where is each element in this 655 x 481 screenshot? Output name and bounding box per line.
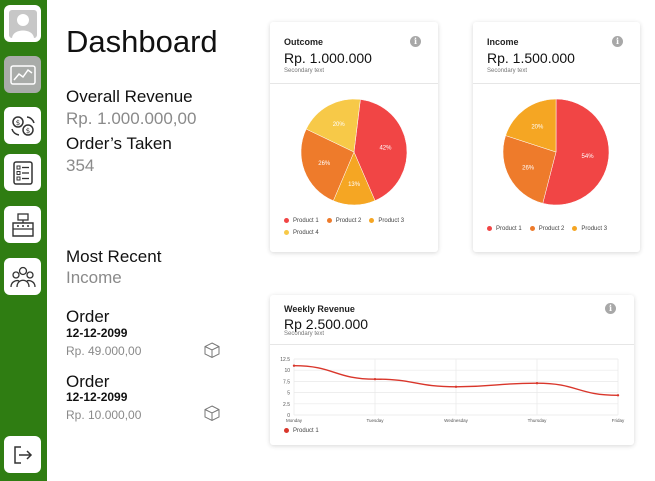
legend-label: Product 3 [581, 226, 608, 233]
pie-label: 20% [531, 124, 544, 130]
y-tick-label: 7.5 [283, 379, 290, 385]
sidebar-item-transactions[interactable]: $ $ [4, 107, 41, 144]
legend-swatch [326, 217, 332, 223]
legend-item: Product 3 [369, 215, 404, 227]
data-point[interactable] [373, 377, 377, 381]
data-point[interactable] [616, 394, 620, 397]
overall-revenue-value: Rp. 1.000.000,00 [66, 109, 197, 128]
outcome-value: Rp. 1.000.000 [284, 50, 372, 66]
weekly-revenue-label: Weekly Revenue [284, 304, 355, 314]
legend-swatch [529, 226, 535, 231]
weekly-revenue-value: Rp 2.500.000 [284, 316, 369, 332]
outcome-secondary-text: Secondary text [284, 68, 325, 74]
orders-taken-value: 354 [66, 156, 95, 175]
legend-swatch [284, 217, 289, 223]
legend-label: Product 1 [293, 428, 319, 435]
legend-swatch [487, 226, 492, 231]
y-tick-label: 5 [287, 391, 290, 397]
income-secondary-text: Secondary text [487, 68, 528, 74]
svg-text:$: $ [15, 119, 19, 127]
money-exchange-icon: $ $ [10, 115, 35, 136]
sidebar-item-users[interactable] [4, 258, 41, 295]
outcome-card: Outcome Rp. 1.000.000 Secondary text i 4… [270, 22, 438, 252]
dashboard-chart-icon [9, 64, 36, 85]
package-icon[interactable] [203, 341, 221, 359]
weekly-legend: Product 1 [284, 428, 327, 434]
weekly-revenue-card: Weekly Revenue Rp 2.500.000 Secondary te… [270, 295, 634, 445]
legend-item: Product 3 [572, 226, 607, 232]
legend-label: Product 4 [293, 230, 319, 236]
most-recent-label: Most Recent [66, 247, 162, 266]
order-2-title: Order [66, 372, 110, 391]
weekly-line-svg: 12.5107.552.50Monday Tuesday Wednesday Thur… [280, 357, 625, 423]
legend-item: Product 2 [326, 215, 362, 227]
pie-label: 13% [348, 182, 361, 188]
x-tick-label: Monday [286, 418, 303, 423]
x-tick-label: Wednesday [444, 418, 468, 423]
package-icon[interactable] [203, 404, 221, 422]
data-point[interactable] [292, 364, 296, 367]
overall-revenue-label: Overall Revenue [66, 87, 193, 106]
pie-label: 42% [379, 145, 392, 151]
data-point[interactable] [535, 381, 539, 385]
legend-label: Product 2 [335, 218, 362, 224]
legend-label: Product 1 [293, 218, 319, 224]
logout-button[interactable] [4, 436, 41, 473]
svg-text:$: $ [25, 127, 29, 135]
profile-button[interactable] [4, 5, 41, 42]
x-tick-label: Friday [612, 418, 625, 423]
order-2-date: 12-12-2099 [66, 390, 128, 404]
info-icon[interactable]: i [612, 36, 623, 47]
legend-label: Product 3 [378, 218, 405, 224]
income-pie-svg: 54% 26% 20% [502, 98, 610, 206]
legend-label: Product 2 [538, 226, 565, 233]
weekly-revenue-secondary-text: Secondary text [284, 331, 325, 337]
y-tick-label: 12.5 [280, 357, 290, 363]
sidebar-item-dashboard[interactable] [4, 56, 41, 93]
pie-label: 26% [318, 161, 331, 167]
most-recent-income: Income [66, 268, 122, 287]
legend-item: Product 4 [284, 227, 319, 239]
orders-taken-label: Order’s Taken [66, 134, 172, 153]
users-group-icon [9, 266, 36, 287]
order-list-icon [12, 160, 33, 185]
legend-item: Product 1 [487, 226, 522, 232]
info-icon[interactable]: i [410, 36, 421, 47]
outcome-label: Outcome [284, 37, 324, 47]
income-label: Income [487, 37, 519, 47]
page-title: Dashboard [66, 24, 218, 59]
order-1-date: 12-12-2099 [66, 326, 128, 340]
data-point[interactable] [454, 385, 458, 388]
legend-swatch [572, 226, 578, 231]
legend-swatch [284, 428, 289, 433]
outcome-legend: Product 1 Product 2 Product 3 Product 4 [284, 215, 434, 239]
sidebar: $ $ [0, 0, 47, 481]
logout-icon [13, 445, 32, 464]
pie-label: 54% [582, 154, 595, 160]
user-avatar-icon [8, 9, 37, 38]
y-tick-label: 2.5 [283, 402, 290, 408]
income-card: Income Rp. 1.500.000 Secondary text i 54… [473, 22, 640, 252]
pie-label: 20% [333, 122, 346, 128]
order-2-amount: Rp. 10.000,00 [66, 408, 142, 422]
order-1-amount: Rp. 49.000,00 [66, 344, 142, 358]
legend-swatch [284, 229, 289, 235]
x-tick-label: Thursday [528, 418, 548, 423]
sidebar-item-orders[interactable] [4, 154, 41, 191]
legend-item: Product 1 [284, 428, 319, 434]
legend-item: Product 1 [284, 215, 319, 227]
legend-item: Product 2 [529, 226, 565, 233]
income-legend: Product 1 Product 2 Product 3 [487, 226, 615, 232]
y-tick-label: 10 [284, 368, 290, 374]
info-icon[interactable]: i [605, 303, 616, 314]
order-1-title: Order [66, 307, 110, 326]
income-value: Rp. 1.500.000 [487, 50, 575, 66]
sidebar-item-cashier[interactable] [4, 206, 41, 243]
x-tick-label: Tuesday [366, 418, 384, 423]
legend-swatch [369, 217, 375, 223]
pie-label: 26% [522, 165, 535, 171]
legend-label: Product 1 [496, 226, 522, 233]
outcome-pie-svg: 42% 13% 26% 20% [300, 98, 408, 206]
cash-register-icon [11, 212, 34, 237]
